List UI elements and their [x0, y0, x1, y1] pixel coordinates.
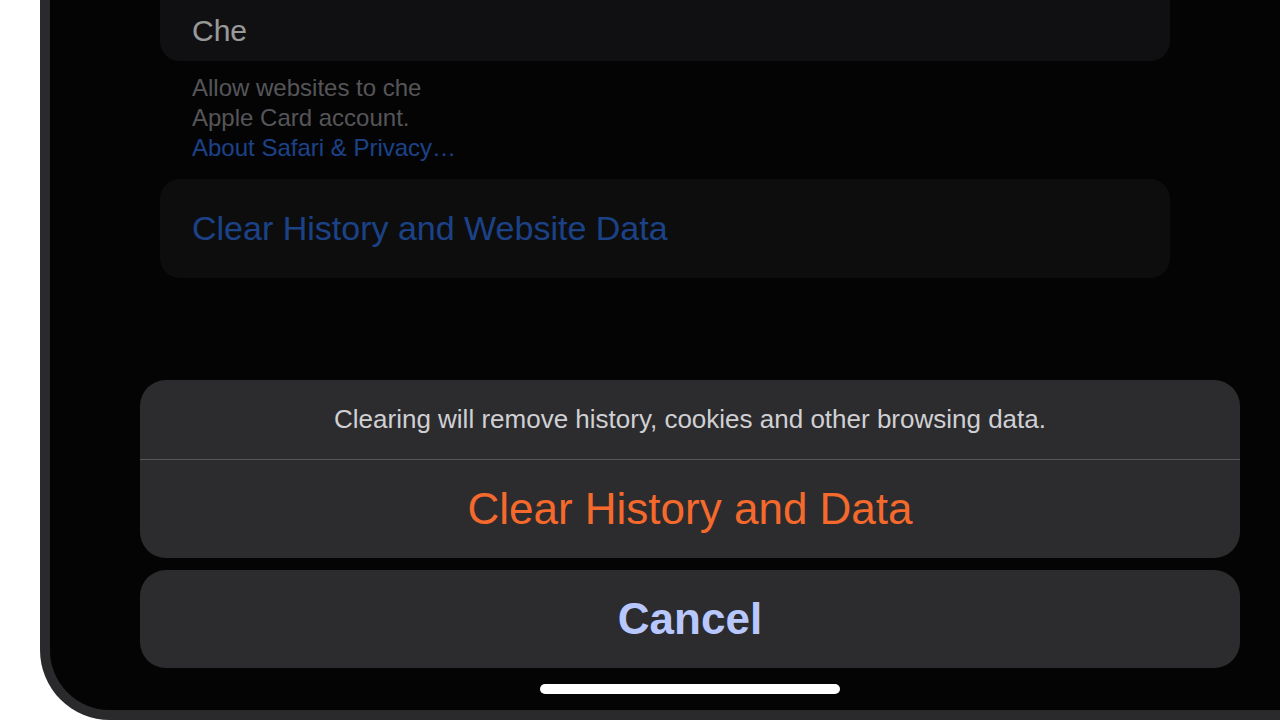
phone-screen: CheAllow websites to cheApple Card accou…: [50, 0, 1280, 710]
home-indicator[interactable]: [540, 684, 840, 694]
action-group: Clearing will remove history, cookies an…: [140, 380, 1240, 558]
page: CheAllow websites to cheApple Card accou…: [0, 0, 1280, 720]
action-sheet: Clearing will remove history, cookies an…: [140, 380, 1240, 694]
action-sheet-message: Clearing will remove history, cookies an…: [140, 380, 1240, 459]
clear-history-and-data-button[interactable]: Clear History and Data: [140, 459, 1240, 558]
phone: CheAllow websites to cheApple Card accou…: [40, 0, 1280, 720]
home-indicator-wrap: [140, 680, 1240, 694]
cancel-button[interactable]: Cancel: [140, 570, 1240, 668]
